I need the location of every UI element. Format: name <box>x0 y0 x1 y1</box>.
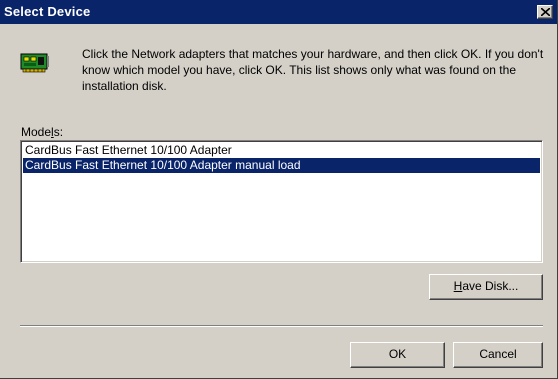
models-label: Models: <box>21 125 64 139</box>
window-title: Select Device <box>4 4 91 19</box>
instruction-text: Click the Network adapters that matches … <box>82 47 544 93</box>
close-icon <box>541 8 550 16</box>
ok-button[interactable]: OK <box>350 342 445 368</box>
list-item[interactable]: CardBus Fast Ethernet 10/100 Adapter man… <box>23 158 540 173</box>
separator <box>20 325 543 327</box>
models-listbox[interactable]: CardBus Fast Ethernet 10/100 Adapter Car… <box>20 140 543 263</box>
list-item[interactable]: CardBus Fast Ethernet 10/100 Adapter <box>23 143 540 158</box>
select-device-dialog: Select Device Click the Network adapters… <box>0 0 558 379</box>
cancel-button[interactable]: Cancel <box>453 342 543 368</box>
network-adapter-icon <box>20 51 50 73</box>
title-bar[interactable]: Select Device <box>0 0 557 24</box>
have-disk-button[interactable]: Have Disk... <box>429 274 543 300</box>
close-button[interactable] <box>537 5 553 19</box>
